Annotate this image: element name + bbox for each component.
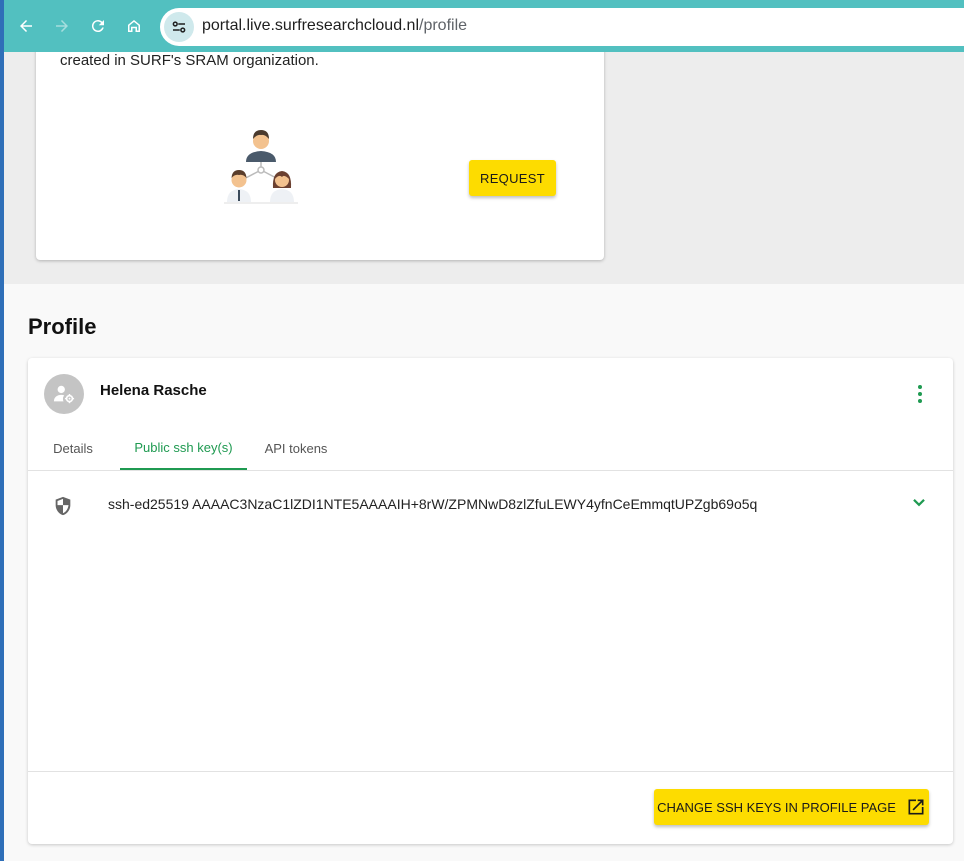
browser-toolbar: portal.live.surfresearchcloud.nl/profile bbox=[4, 0, 964, 52]
sram-access-card: created in SURF's SRAM organization. REQ… bbox=[36, 52, 604, 260]
chevron-down-icon[interactable] bbox=[908, 492, 930, 514]
card-footer: CHANGE SSH KEYS IN PROFILE PAGE bbox=[28, 771, 953, 844]
home-icon bbox=[128, 20, 140, 32]
group-people-icon bbox=[224, 130, 298, 204]
profile-tabs: Details Public ssh key(s) API tokens bbox=[28, 426, 953, 471]
profile-card: Helena Rasche Details Public ssh key(s) … bbox=[28, 358, 953, 844]
avatar bbox=[44, 374, 84, 414]
arrow-left-icon bbox=[20, 20, 32, 32]
change-ssh-keys-label: CHANGE SSH KEYS IN PROFILE PAGE bbox=[657, 799, 896, 815]
tab-details[interactable]: Details bbox=[44, 426, 102, 470]
access-description: created in SURF's SRAM organization. bbox=[60, 52, 319, 69]
url-host: portal.live.surfresearchcloud.nl bbox=[202, 17, 419, 34]
open-external-icon bbox=[908, 799, 924, 815]
address-bar[interactable]: portal.live.surfresearchcloud.nl/profile bbox=[160, 8, 964, 46]
home-button[interactable] bbox=[120, 12, 148, 40]
arrow-right-icon bbox=[56, 20, 68, 32]
site-controls-button[interactable] bbox=[164, 12, 194, 42]
forward-button[interactable] bbox=[48, 12, 76, 40]
request-button[interactable]: REQUEST bbox=[469, 160, 556, 196]
page-content: created in SURF's SRAM organization. REQ… bbox=[4, 52, 964, 861]
user-name: Helena Rasche bbox=[100, 382, 207, 399]
kebab-menu-icon[interactable] bbox=[910, 382, 930, 406]
ssh-key-row[interactable]: ssh-ed25519 AAAAC3NzaC1lZDI1NTE5AAAAIH+8… bbox=[28, 484, 953, 524]
tab-api-tokens[interactable]: API tokens bbox=[256, 426, 336, 470]
user-gear-icon bbox=[53, 385, 75, 404]
ssh-key-value: ssh-ed25519 AAAAC3NzaC1lZDI1NTE5AAAAIH+8… bbox=[108, 496, 758, 512]
url-path: /profile bbox=[419, 17, 468, 34]
change-ssh-keys-button[interactable]: CHANGE SSH KEYS IN PROFILE PAGE bbox=[654, 789, 929, 825]
tab-public-ssh-keys[interactable]: Public ssh key(s) bbox=[120, 426, 247, 470]
page-title: Profile bbox=[28, 314, 97, 339]
reload-button[interactable] bbox=[84, 12, 112, 40]
url-text: portal.live.surfresearchcloud.nl/profile bbox=[202, 17, 467, 35]
tune-icon bbox=[172, 21, 186, 33]
reload-icon bbox=[91, 20, 104, 33]
shield-icon bbox=[55, 496, 71, 516]
back-button[interactable] bbox=[12, 12, 40, 40]
